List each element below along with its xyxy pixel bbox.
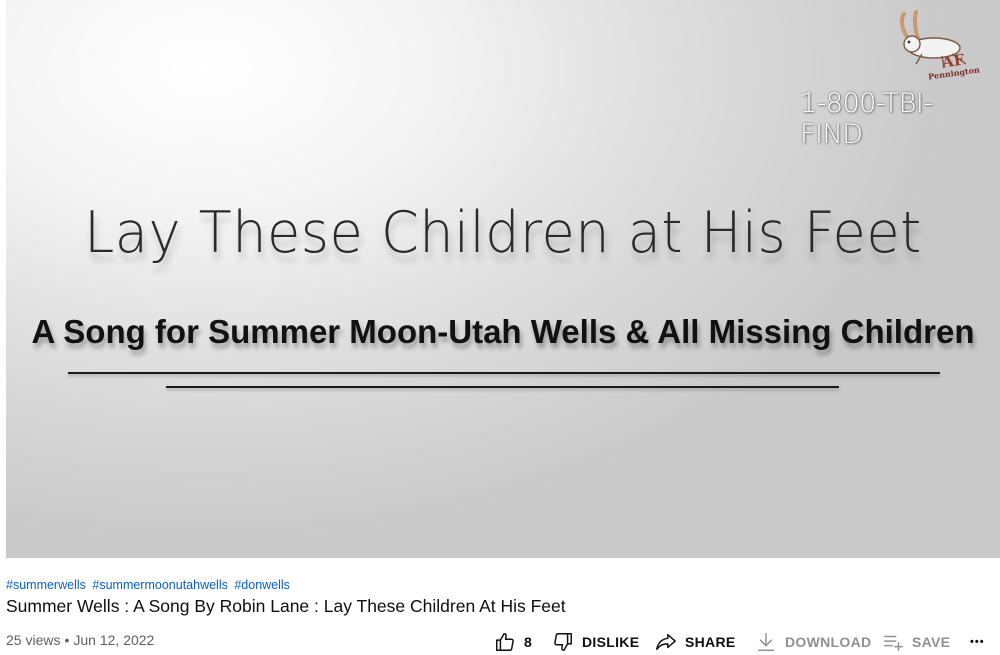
decorative-rule-bottom [166, 386, 839, 388]
thumbs-up-icon [496, 633, 514, 651]
share-arrow-icon [656, 633, 676, 651]
channel-watermark: AF Pennington 1-800-TBI-FIND [800, 10, 990, 150]
video-player[interactable]: Lay These Children at His Feet A Song fo… [6, 0, 1000, 558]
video-frame-subtitle: A Song for Summer Moon-Utah Wells & All … [31, 313, 975, 350]
download-label: DOWNLOAD [785, 634, 872, 650]
video-title: Summer Wells : A Song By Robin Lane : La… [6, 596, 566, 616]
decorative-rule-top [68, 372, 940, 374]
thumbs-down-icon [554, 633, 572, 651]
more-dots-icon: ••• [970, 636, 985, 648]
playlist-add-icon [884, 635, 903, 651]
share-button[interactable]: SHARE [655, 630, 736, 654]
hashtag-link[interactable]: #donwells [234, 578, 290, 592]
download-button[interactable]: DOWNLOAD [755, 630, 871, 654]
save-label: SAVE [912, 634, 951, 650]
share-label: SHARE [685, 634, 736, 650]
video-frame-title: Lay These Children at His Feet [84, 200, 922, 266]
dislike-label: DISLIKE [582, 634, 640, 650]
save-button[interactable]: SAVE [882, 630, 950, 654]
more-actions-button[interactable]: ••• [970, 630, 985, 654]
action-bar: 8 DISLIKE SHARE DOWNLOAD SAVE ••• [0, 630, 1000, 654]
like-button[interactable]: 8 [494, 630, 532, 654]
dislike-button[interactable]: DISLIKE [552, 630, 639, 654]
hashtag-link[interactable]: #summermoonutahwells [92, 578, 227, 592]
download-icon [757, 633, 775, 651]
hashtag-link[interactable]: #summerwells [6, 578, 86, 592]
hashtag-list: #summerwells #summermoonutahwells #donwe… [6, 578, 293, 592]
like-count: 8 [524, 634, 533, 650]
watermark-phone: 1-800-TBI-FIND [800, 88, 933, 150]
